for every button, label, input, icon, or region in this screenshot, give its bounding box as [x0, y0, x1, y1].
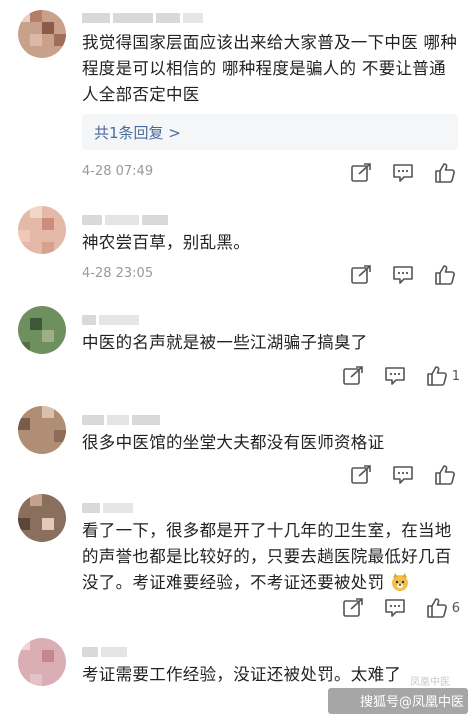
like-button[interactable]	[434, 162, 460, 184]
share-icon	[351, 265, 371, 284]
reply-button[interactable]	[384, 365, 406, 387]
like-button[interactable]	[434, 464, 460, 486]
reply-button[interactable]	[392, 264, 414, 286]
thumbs-up-icon	[426, 598, 447, 618]
reply-count-link[interactable]: 共1条回复 >	[82, 114, 458, 150]
share-button[interactable]	[350, 162, 372, 184]
avatar[interactable]	[18, 494, 66, 542]
share-icon	[351, 163, 371, 182]
thumbs-up-icon	[435, 163, 455, 183]
comment-actions	[330, 263, 460, 287]
comment-icon	[393, 466, 413, 484]
thumbs-up-icon	[435, 265, 455, 285]
share-button[interactable]	[342, 365, 364, 387]
username-blurred[interactable]	[82, 8, 206, 23]
watermark-text: 搜狐号@凤凰中医	[359, 695, 464, 710]
comment-actions: 6	[322, 596, 460, 620]
share-icon	[342, 598, 363, 617]
comment-text: 中医的名声就是被一些江湖骗子搞臭了	[82, 333, 368, 352]
reply-button[interactable]	[392, 464, 414, 486]
watermark-faint: 凤凰中医	[410, 677, 450, 688]
share-icon	[351, 465, 371, 484]
like-count: 1	[451, 368, 460, 384]
reply-count-label[interactable]: 共1条回复 >	[94, 122, 181, 143]
avatar[interactable]	[18, 206, 66, 254]
username-blurred[interactable]	[82, 642, 130, 657]
like-button[interactable]: 6	[426, 597, 460, 619]
comment-text: 我觉得国家层面应该出来给大家普及一下中医 哪种程度是可以相信的 哪种程度是骗人的…	[82, 33, 458, 104]
username-blurred[interactable]	[82, 410, 163, 425]
username-blurred[interactable]	[82, 498, 136, 513]
comment-icon	[384, 599, 405, 617]
comment-text: 很多中医馆的坐堂大夫都没有医师资格证	[82, 433, 385, 452]
share-button[interactable]	[342, 597, 364, 619]
reply-button[interactable]	[384, 597, 406, 619]
avatar[interactable]	[18, 638, 66, 686]
comment-time: 4-28 07:49	[82, 164, 154, 179]
thumbs-up-icon	[426, 366, 447, 386]
username-blurred[interactable]	[82, 310, 142, 325]
avatar[interactable]	[18, 306, 66, 354]
comment-actions	[330, 463, 460, 487]
like-count: 6	[451, 600, 460, 616]
share-button[interactable]	[350, 264, 372, 286]
comment-text: 神农尝百草，别乱黑。	[82, 233, 250, 252]
username-blurred[interactable]	[82, 210, 171, 225]
comment-time: 4-28 23:05	[82, 266, 154, 281]
share-button[interactable]	[350, 464, 372, 486]
reply-button[interactable]	[392, 162, 414, 184]
like-button[interactable]: 1	[426, 365, 460, 387]
like-button[interactable]	[434, 264, 460, 286]
comment-text: 看了一下，很多都是开了十几年的卫生室，在当地的声誉也都是比较好的，只要去趟医院最…	[82, 518, 462, 596]
comment-actions	[330, 161, 460, 185]
watermark: 搜狐号@凤凰中医	[328, 688, 468, 714]
avatar[interactable]	[18, 10, 66, 58]
comment-text: 考证需要工作经验，没证还被处罚。太难了	[82, 665, 402, 684]
comment-icon	[393, 266, 413, 284]
avatar[interactable]	[18, 406, 66, 454]
comment-actions: 1	[322, 364, 460, 388]
comment-icon	[384, 367, 405, 385]
share-icon	[342, 366, 363, 385]
comment-icon	[393, 164, 413, 182]
doge-emoji-icon	[390, 572, 410, 592]
thumbs-up-icon	[435, 465, 455, 485]
